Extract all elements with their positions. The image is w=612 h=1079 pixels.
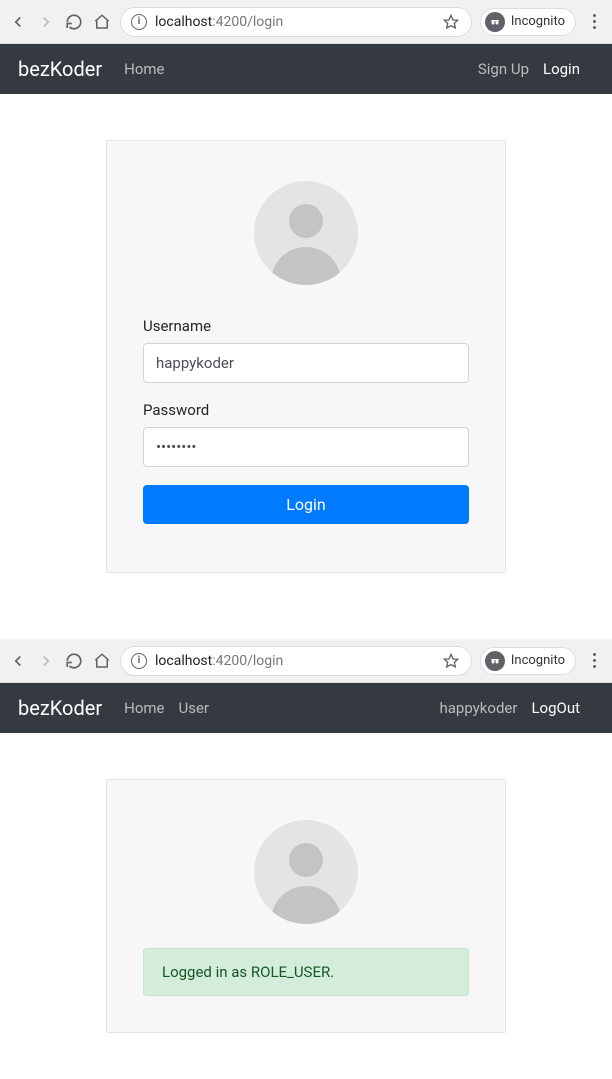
star-icon[interactable] <box>441 651 461 671</box>
username-input[interactable] <box>143 343 469 383</box>
avatar-icon <box>254 820 358 924</box>
home-icon[interactable] <box>92 12 112 32</box>
url-host: localhost <box>155 14 212 30</box>
username-label: Username <box>143 317 469 335</box>
forward-icon[interactable] <box>36 12 56 32</box>
browser-toolbar-1: i localhost:4200/login Incognito <box>0 0 612 44</box>
address-bar[interactable]: i localhost:4200/login <box>120 7 472 37</box>
nav-signup[interactable]: Sign Up <box>478 60 529 78</box>
nav-login[interactable]: Login <box>543 60 580 78</box>
reload-icon[interactable] <box>64 12 84 32</box>
nav-username[interactable]: happykoder <box>440 699 518 717</box>
url-path: :4200/login <box>212 653 283 669</box>
password-label: Password <box>143 401 469 419</box>
star-icon[interactable] <box>441 12 461 32</box>
url-path: :4200/login <box>212 14 283 30</box>
nav-home[interactable]: Home <box>124 60 164 78</box>
browser-toolbar-2: i localhost:4200/login Incognito <box>0 639 612 683</box>
avatar-icon <box>254 181 358 285</box>
incognito-label: Incognito <box>511 14 565 29</box>
home-icon[interactable] <box>92 651 112 671</box>
address-bar[interactable]: i localhost:4200/login <box>120 646 472 676</box>
forward-icon[interactable] <box>36 651 56 671</box>
site-info-icon[interactable]: i <box>131 14 147 30</box>
status-message: Logged in as ROLE_USER. <box>143 948 469 996</box>
incognito-badge: Incognito <box>480 8 576 36</box>
nav-home[interactable]: Home <box>124 699 164 717</box>
login-button[interactable]: Login <box>143 485 469 524</box>
brand[interactable]: bezKoder <box>18 57 102 81</box>
password-input[interactable] <box>143 427 469 467</box>
nav-user[interactable]: User <box>179 699 210 717</box>
nav-logout[interactable]: LogOut <box>531 699 580 717</box>
brand[interactable]: bezKoder <box>18 696 102 720</box>
navbar-2: bezKoder Home User happykoder LogOut <box>0 683 612 733</box>
logged-in-page: Logged in as ROLE_USER. <box>0 733 612 1079</box>
navbar-1: bezKoder Home Sign Up Login <box>0 44 612 94</box>
incognito-icon <box>485 12 505 32</box>
login-page: Username Password Login <box>0 94 612 619</box>
site-info-icon[interactable]: i <box>131 653 147 669</box>
menu-icon[interactable] <box>584 14 604 29</box>
login-card: Username Password Login <box>106 140 506 573</box>
incognito-badge: Incognito <box>480 647 576 675</box>
status-card: Logged in as ROLE_USER. <box>106 779 506 1033</box>
incognito-icon <box>485 651 505 671</box>
reload-icon[interactable] <box>64 651 84 671</box>
menu-icon[interactable] <box>584 653 604 668</box>
back-icon[interactable] <box>8 12 28 32</box>
back-icon[interactable] <box>8 651 28 671</box>
url-host: localhost <box>155 653 212 669</box>
incognito-label: Incognito <box>511 653 565 668</box>
